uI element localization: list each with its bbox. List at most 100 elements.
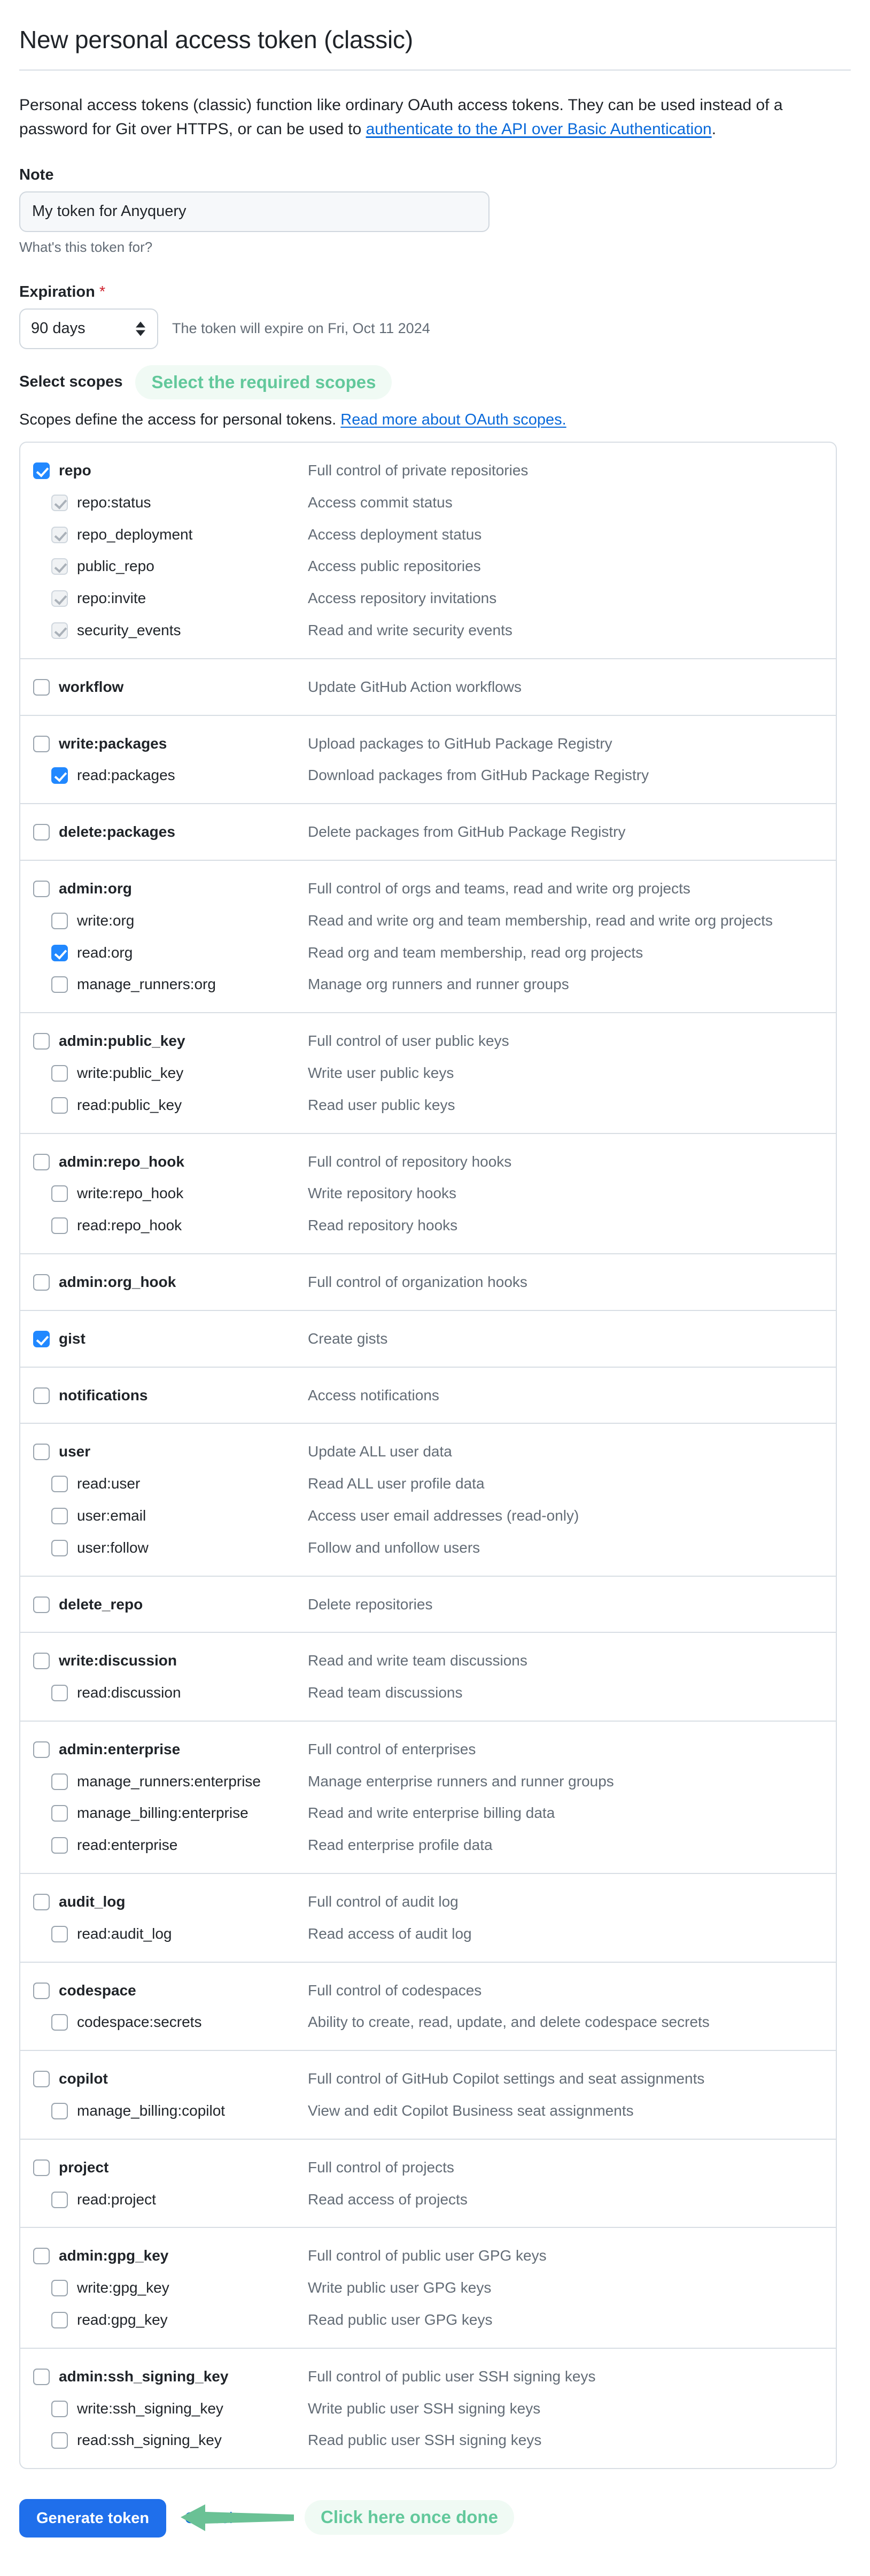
scope-row[interactable]: admin:public_key Full control of user pub…: [33, 1025, 836, 1057]
cancel-link[interactable]: Cancel: [184, 2510, 232, 2527]
scope-row[interactable]: public_repo Access public repositories: [33, 550, 836, 582]
scope-checkbox-read:repo_hook[interactable]: [51, 1217, 68, 1235]
scope-checkbox-manage_runners:org[interactable]: [51, 976, 68, 993]
scope-checkbox-read:audit_log[interactable]: [51, 1925, 68, 1942]
scope-checkbox-notifications[interactable]: [33, 1387, 50, 1404]
scope-row[interactable]: copilot Full control of GitHub Copilot se…: [33, 2063, 836, 2095]
scope-row[interactable]: user:email Access user email addresses (r…: [33, 1500, 836, 1532]
scope-row[interactable]: write:discussion Read and write team disc…: [33, 1645, 836, 1677]
scope-checkbox-project[interactable]: [33, 2159, 50, 2176]
scope-row[interactable]: codespace:secrets Ability to create, read…: [33, 2006, 836, 2038]
scope-checkbox-write:repo_hook[interactable]: [51, 1185, 68, 1202]
scope-row[interactable]: user Update ALL user data: [33, 1436, 836, 1468]
scope-checkbox-repo[interactable]: [33, 462, 50, 479]
scope-row[interactable]: security_events Read and write security e…: [33, 614, 836, 646]
scope-checkbox-read:discussion[interactable]: [51, 1685, 68, 1702]
scope-checkbox-write:discussion[interactable]: [33, 1653, 50, 1670]
scope-row[interactable]: admin:enterprise Full control of enterpri…: [33, 1733, 836, 1765]
scope-row[interactable]: read:user Read ALL user profile data: [33, 1468, 836, 1500]
scope-checkbox-codespace[interactable]: [33, 1982, 50, 1999]
scope-row[interactable]: manage_billing:enterprise Read and write …: [33, 1797, 836, 1829]
scope-checkbox-delete_repo[interactable]: [33, 1596, 50, 1613]
scope-checkbox-codespace:secrets[interactable]: [51, 2014, 68, 2031]
scope-row[interactable]: notifications Access notifications: [33, 1379, 836, 1412]
oauth-scopes-link[interactable]: Read more about OAuth scopes.: [340, 411, 566, 428]
scope-row[interactable]: admin:repo_hook Full control of repositor…: [33, 1146, 836, 1178]
basic-auth-link[interactable]: authenticate to the API over Basic Authe…: [366, 120, 712, 138]
scope-row[interactable]: repo:invite Access repository invitations: [33, 582, 836, 614]
scope-row[interactable]: admin:org_hook Full control of organizati…: [33, 1266, 836, 1298]
scope-row[interactable]: audit_log Full control of audit log: [33, 1886, 836, 1918]
scope-row[interactable]: write:packages Upload packages to GitHub …: [33, 728, 836, 760]
scope-row[interactable]: project Full control of projects: [33, 2151, 836, 2184]
scope-checkbox-admin:repo_hook[interactable]: [33, 1153, 50, 1170]
scope-row[interactable]: read:org Read org and team membership, re…: [33, 937, 836, 969]
scope-checkbox-admin:public_key[interactable]: [33, 1033, 50, 1050]
scope-row[interactable]: repo:status Access commit status: [33, 487, 836, 519]
scope-row[interactable]: codespace Full control of codespaces: [33, 1975, 836, 2007]
scope-checkbox-manage_billing:enterprise[interactable]: [51, 1805, 68, 1822]
scope-checkbox-read:enterprise[interactable]: [51, 1837, 68, 1854]
scope-row[interactable]: user:follow Follow and unfollow users: [33, 1532, 836, 1564]
scope-checkbox-admin:org[interactable]: [33, 880, 50, 897]
scope-name: manage_runners:enterprise: [77, 1772, 261, 1790]
scope-row[interactable]: read:ssh_signing_key Read public user SSH…: [33, 2424, 836, 2456]
scope-row[interactable]: write:ssh_signing_key Write public user S…: [33, 2393, 836, 2425]
scope-checkbox-manage_billing:copilot[interactable]: [51, 2103, 68, 2120]
scope-row[interactable]: write:repo_hook Write repository hooks: [33, 1177, 836, 1209]
scope-row[interactable]: read:enterprise Read enterprise profile d…: [33, 1829, 836, 1861]
scope-row[interactable]: admin:gpg_key Full control of public user…: [33, 2240, 836, 2272]
generate-token-button[interactable]: Generate token: [19, 2499, 167, 2538]
scope-row[interactable]: repo_deployment Access deployment status: [33, 519, 836, 551]
scope-checkbox-write:public_key[interactable]: [51, 1065, 68, 1082]
scope-checkbox-user:follow[interactable]: [51, 1539, 68, 1556]
scope-row[interactable]: repo Full control of private repositories: [33, 454, 836, 487]
scope-row[interactable]: write:org Read and write org and team mem…: [33, 905, 836, 937]
scope-row[interactable]: gist Create gists: [33, 1323, 836, 1355]
scope-checkbox-write:gpg_key[interactable]: [51, 2280, 68, 2297]
scope-checkbox-read:org[interactable]: [51, 944, 68, 961]
scope-row[interactable]: write:gpg_key Write public user GPG keys: [33, 2272, 836, 2304]
scope-checkbox-gist[interactable]: [33, 1330, 50, 1347]
expiration-select[interactable]: 90 days: [19, 308, 158, 349]
scope-checkbox-write:ssh_signing_key[interactable]: [51, 2400, 68, 2417]
scope-group: codespace Full control of codespaces codes…: [20, 1961, 836, 2050]
scope-row[interactable]: workflow Update GitHub Action workflows: [33, 671, 836, 703]
scope-checkbox-audit_log[interactable]: [33, 1894, 50, 1911]
scope-row[interactable]: admin:ssh_signing_key Full control of pub…: [33, 2361, 836, 2393]
scope-checkbox-read:public_key[interactable]: [51, 1097, 68, 1114]
scope-checkbox-write:packages[interactable]: [33, 735, 50, 752]
scope-row[interactable]: read:audit_log Read access of audit log: [33, 1918, 836, 1950]
scope-checkbox-admin:gpg_key[interactable]: [33, 2248, 50, 2265]
scope-group: repo Full control of private repositories…: [20, 443, 836, 658]
scope-row[interactable]: read:packages Download packages from GitH…: [33, 759, 836, 791]
scope-row[interactable]: admin:org Full control of orgs and teams,…: [33, 873, 836, 905]
scope-row[interactable]: manage_runners:org Manage org runners and…: [33, 968, 836, 1000]
scope-row[interactable]: delete:packages Delete packages from GitH…: [33, 816, 836, 848]
scope-row[interactable]: delete_repo Delete repositories: [33, 1588, 836, 1621]
scope-checkbox-read:ssh_signing_key[interactable]: [51, 2432, 68, 2449]
scope-checkbox-copilot[interactable]: [33, 2071, 50, 2088]
scope-row[interactable]: read:public_key Read user public keys: [33, 1089, 836, 1121]
scope-checkbox-delete:packages[interactable]: [33, 824, 50, 841]
scope-row[interactable]: write:public_key Write user public keys: [33, 1057, 836, 1089]
scope-checkbox-user[interactable]: [33, 1444, 50, 1461]
scope-checkbox-read:project[interactable]: [51, 2191, 68, 2208]
scope-checkbox-read:gpg_key[interactable]: [51, 2312, 68, 2329]
scope-row[interactable]: manage_billing:copilot View and edit Copi…: [33, 2095, 836, 2127]
scope-checkbox-write:org[interactable]: [51, 912, 68, 929]
scope-checkbox-user:email[interactable]: [51, 1507, 68, 1524]
scope-checkbox-read:packages[interactable]: [51, 767, 68, 784]
scope-row[interactable]: read:discussion Read team discussions: [33, 1677, 836, 1709]
scope-row[interactable]: manage_runners:enterprise Manage enterpri…: [33, 1765, 836, 1798]
scope-row[interactable]: read:project Read access of projects: [33, 2184, 836, 2216]
scope-checkbox-manage_runners:enterprise[interactable]: [51, 1773, 68, 1790]
note-input[interactable]: [19, 191, 490, 232]
scope-checkbox-read:user[interactable]: [51, 1476, 68, 1493]
scope-row[interactable]: read:repo_hook Read repository hooks: [33, 1209, 836, 1241]
scope-checkbox-admin:ssh_signing_key[interactable]: [33, 2368, 50, 2385]
scope-checkbox-admin:enterprise[interactable]: [33, 1741, 50, 1758]
scope-checkbox-admin:org_hook[interactable]: [33, 1274, 50, 1291]
scope-row[interactable]: read:gpg_key Read public user GPG keys: [33, 2304, 836, 2336]
scope-checkbox-workflow[interactable]: [33, 678, 50, 696]
